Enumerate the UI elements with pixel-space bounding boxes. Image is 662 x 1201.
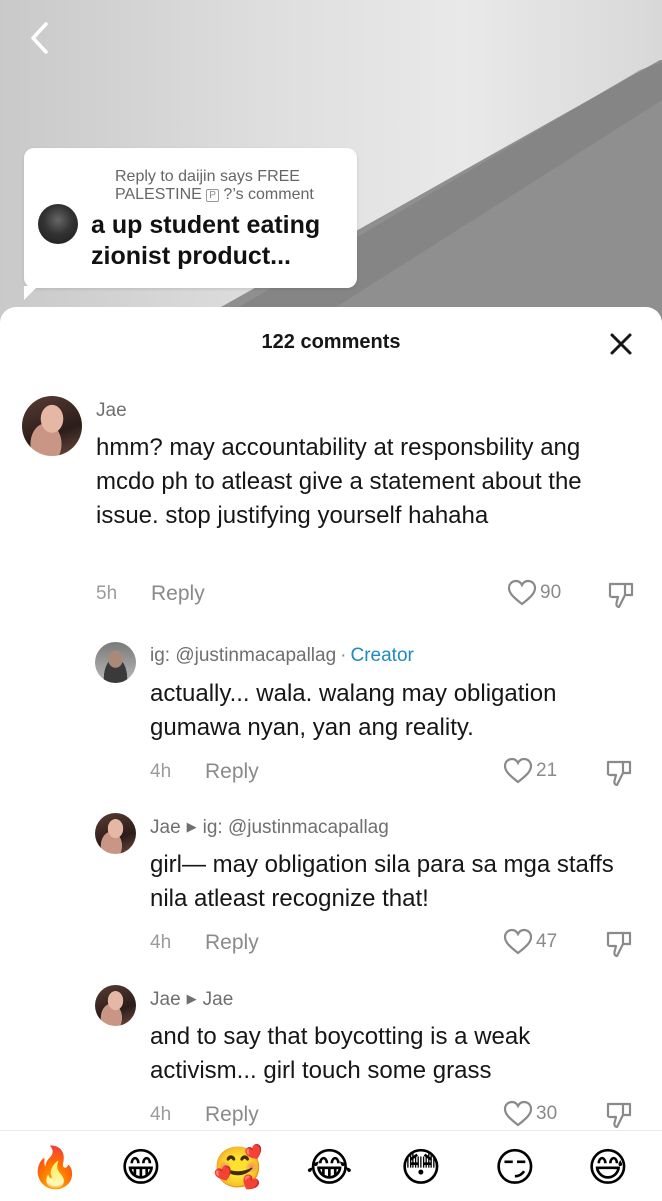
like-button[interactable]: 90 xyxy=(507,579,561,607)
heart-outline-icon xyxy=(503,1100,533,1127)
comment-text: hmm? may accountability at responsbility… xyxy=(96,434,582,529)
comment-username[interactable]: Jae xyxy=(96,400,127,422)
close-button[interactable] xyxy=(602,325,640,363)
separator-dot: · xyxy=(340,645,347,666)
comment-time: 4h xyxy=(150,1104,172,1125)
thumbs-down-icon xyxy=(606,931,632,958)
reply-context-card[interactable]: Reply to daijin says FREE PALESTINE P ?’… xyxy=(24,148,357,300)
comment-text: and to say that boycotting is a weak act… xyxy=(150,1023,531,1084)
back-button[interactable] xyxy=(22,20,56,56)
heart-outline-icon xyxy=(503,757,533,784)
comments-count-title: 122 comments xyxy=(261,331,401,353)
username-text[interactable]: Jae xyxy=(150,989,181,1010)
reply-button[interactable]: Reply xyxy=(205,1103,259,1127)
heart-outline-icon xyxy=(507,579,537,606)
creator-badge: Creator xyxy=(350,645,414,666)
dislike-button[interactable] xyxy=(605,929,633,964)
reply-to-username[interactable]: ig: @justinmacapallag xyxy=(203,817,389,838)
emoji-hearts[interactable]: 🥰 xyxy=(213,1146,263,1190)
like-button[interactable]: 47 xyxy=(503,928,557,956)
bubble-tail xyxy=(24,286,38,300)
reply-button[interactable]: Reply xyxy=(151,582,205,606)
dislike-button[interactable] xyxy=(607,580,635,615)
username-text[interactable]: ig: @justinmacapallag xyxy=(150,645,336,666)
comment-username: Jae ▶ ig: @justinmacapallag xyxy=(150,817,389,839)
like-button[interactable]: 21 xyxy=(503,757,557,785)
thumbs-down-icon xyxy=(606,760,632,787)
p-badge: P xyxy=(206,189,219,202)
reply-to-username[interactable]: Jae xyxy=(203,989,234,1010)
comment-username: Jae ▶ Jae xyxy=(150,989,233,1011)
like-count: 30 xyxy=(536,1103,558,1124)
emoji-sweat-smile[interactable]: 😅 xyxy=(587,1146,629,1190)
thumbs-down-icon xyxy=(608,582,634,609)
reply-header-suffix: ?’s comment xyxy=(218,186,314,203)
comment-time: 5h xyxy=(96,583,118,604)
reply-header: Reply to daijin says FREE PALESTINE P ?’… xyxy=(115,168,345,204)
comment-text: actually... wala. walang may obligation … xyxy=(150,680,557,741)
close-icon xyxy=(610,333,632,355)
avatar[interactable] xyxy=(95,642,136,683)
username-text[interactable]: Jae xyxy=(150,817,181,838)
reply-arrow-icon: ▶ xyxy=(186,991,197,1006)
dislike-button[interactable] xyxy=(605,758,633,793)
reply-arrow-icon: ▶ xyxy=(186,819,197,834)
like-count: 21 xyxy=(536,760,558,781)
avatar[interactable] xyxy=(95,985,136,1026)
emoji-fire[interactable]: 🔥 xyxy=(30,1146,80,1190)
chevron-left-icon xyxy=(31,22,48,54)
like-button[interactable]: 30 xyxy=(503,1100,557,1128)
emoji-grin[interactable]: 😁 xyxy=(120,1146,162,1190)
comment-username: ig: @justinmacapallag · Creator xyxy=(150,645,414,667)
comment-time: 4h xyxy=(150,761,172,782)
comment-time: 4h xyxy=(150,932,172,953)
emoji-smirk[interactable]: 😏 xyxy=(494,1146,536,1190)
emoji-flushed[interactable]: 😳 xyxy=(400,1146,442,1190)
reply-context-text: a up student eating zionist product... xyxy=(91,211,321,270)
video-background: Reply to daijin says FREE PALESTINE P ?’… xyxy=(0,0,662,330)
emoji-joy[interactable]: 😂 xyxy=(306,1146,353,1190)
emoji-bar: 🔥 😁 🥰 😂 😳 😏 😅 xyxy=(0,1130,662,1201)
like-count: 90 xyxy=(540,582,562,603)
like-count: 47 xyxy=(536,931,558,952)
avatar[interactable] xyxy=(95,813,136,854)
reply-button[interactable]: Reply xyxy=(205,931,259,955)
heart-outline-icon xyxy=(503,928,533,955)
reply-button[interactable]: Reply xyxy=(205,760,259,784)
avatar xyxy=(38,204,78,244)
avatar[interactable] xyxy=(22,396,82,456)
comment-text: girl— may obligation sila para sa mga st… xyxy=(150,851,614,912)
thumbs-down-icon xyxy=(606,1102,632,1129)
